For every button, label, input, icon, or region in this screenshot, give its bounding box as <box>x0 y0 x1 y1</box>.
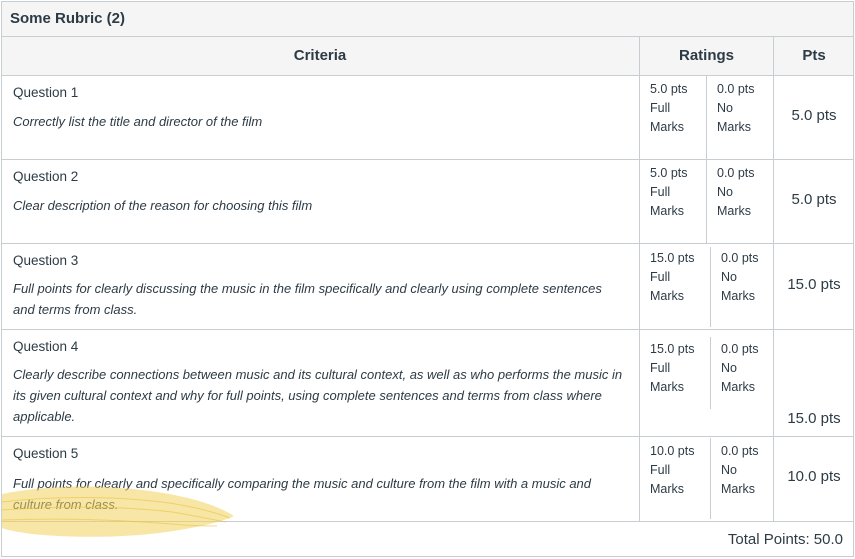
rating-points: 0.0 pts <box>721 444 759 458</box>
rating-label: Marks <box>650 380 685 394</box>
rating-label: Marks <box>717 204 752 218</box>
criterion-cell: Question 2 Clear description of the reas… <box>2 159 638 243</box>
rating-points: 0.0 pts <box>717 82 755 96</box>
rating-points: 0.0 pts <box>717 166 755 180</box>
ratings-header: Ratings <box>639 37 773 75</box>
rating-divider <box>710 438 711 519</box>
rating-label: Full <box>650 463 671 477</box>
criterion-title: Question 1 <box>13 85 79 100</box>
rating-label: Full <box>650 101 671 115</box>
criterion-points: 15.0 pts <box>787 276 841 293</box>
rating-label: No <box>717 101 733 115</box>
rating-full[interactable]: 15.0 pts Full Marks <box>650 249 694 306</box>
table-header: Criteria Ratings Pts <box>2 37 853 76</box>
criteria-header: Criteria <box>293 47 347 64</box>
rating-label: Full <box>650 185 671 199</box>
rating-points: 10.0 pts <box>650 444 695 458</box>
ratings-cell: 10.0 pts Full Marks 0.0 pts No Marks <box>639 436 773 521</box>
rating-divider <box>710 337 711 409</box>
criterion-points: 5.0 pts <box>791 107 837 124</box>
criterion-title: Question 5 <box>13 446 79 461</box>
rating-label: No <box>721 361 737 375</box>
rating-none[interactable]: 0.0 pts No Marks <box>721 249 759 306</box>
rating-points: 0.0 pts <box>721 251 759 265</box>
criterion-points: 15.0 pts <box>787 410 841 427</box>
rating-label: Marks <box>650 120 685 134</box>
ratings-cell: 15.0 pts Full Marks 0.0 pts No Marks <box>639 243 773 329</box>
ratings-cell: 15.0 pts Full Marks 0.0 pts No Marks <box>639 329 773 436</box>
criterion-row: Question 3 Full points for clearly discu… <box>2 243 853 330</box>
criterion-cell: Question 4 Clearly describe connections … <box>2 329 638 436</box>
rating-divider <box>706 159 707 243</box>
total-points: Total Points: 50.0 <box>727 531 843 548</box>
points-cell: 5.0 pts <box>773 159 854 243</box>
criterion-title: Question 3 <box>13 253 79 268</box>
rating-label: No <box>721 270 737 284</box>
rating-points: 15.0 pts <box>650 342 695 356</box>
rating-full[interactable]: 10.0 pts Full Marks <box>650 442 694 499</box>
criterion-points: 10.0 pts <box>787 468 841 485</box>
criterion-row: Question 5 Full points for clearly and s… <box>2 436 853 522</box>
rating-label: Full <box>650 361 671 375</box>
criterion-title: Question 2 <box>13 169 79 184</box>
rating-none[interactable]: 0.0 pts No Marks <box>717 80 755 137</box>
rating-label: Marks <box>717 120 752 134</box>
rating-full[interactable]: 5.0 pts Full Marks <box>650 80 688 137</box>
criterion-description: Full points for clearly discussing the m… <box>13 281 602 317</box>
criterion-row: Question 2 Clear description of the reas… <box>2 159 853 244</box>
criterion-cell: Question 3 Full points for clearly discu… <box>2 243 638 329</box>
criterion-points: 5.0 pts <box>791 191 837 208</box>
rating-label: No <box>721 463 737 477</box>
pts-header: Pts <box>773 37 854 75</box>
rating-label: Marks <box>650 289 685 303</box>
rating-points: 5.0 pts <box>650 166 688 180</box>
criterion-description: Correctly list the title and director of… <box>13 114 263 129</box>
rating-full[interactable]: 15.0 pts Full Marks <box>650 340 694 397</box>
rating-label: Full <box>650 270 671 284</box>
rating-label: Marks <box>721 289 756 303</box>
points-cell: 15.0 pts <box>773 329 854 436</box>
rating-none[interactable]: 0.0 pts No Marks <box>721 442 759 499</box>
rating-label: Marks <box>721 380 756 394</box>
criterion-row: Question 1 Correctly list the title and … <box>2 75 853 160</box>
rating-label: Marks <box>721 482 756 496</box>
criterion-cell: Question 1 Correctly list the title and … <box>2 75 638 159</box>
criterion-description: Clear description of the reason for choo… <box>13 198 313 213</box>
rating-divider <box>710 247 711 327</box>
rubric-title: Some Rubric (2) <box>2 2 853 37</box>
rating-points: 15.0 pts <box>650 251 695 265</box>
points-cell: 5.0 pts <box>773 75 854 159</box>
rating-label: Marks <box>650 204 685 218</box>
ratings-cell: 5.0 pts Full Marks 0.0 pts No Marks <box>639 75 773 159</box>
criterion-title: Question 4 <box>13 339 79 354</box>
rating-none[interactable]: 0.0 pts No Marks <box>717 164 755 221</box>
rating-points: 5.0 pts <box>650 82 688 96</box>
points-cell: 15.0 pts <box>773 243 854 329</box>
criterion-cell: Question 5 Full points for clearly and s… <box>2 436 638 521</box>
criterion-description: Clearly describe connections between mus… <box>13 367 623 424</box>
rating-points: 0.0 pts <box>721 342 759 356</box>
ratings-cell: 5.0 pts Full Marks 0.0 pts No Marks <box>639 159 773 243</box>
points-cell: 10.0 pts <box>773 436 854 521</box>
criterion-description: Full points for clearly and specifically… <box>13 476 592 512</box>
rating-none[interactable]: 0.0 pts No Marks <box>721 340 759 397</box>
rubric-panel: Some Rubric (2) Criteria Ratings Pts Que… <box>1 1 854 557</box>
rating-label: No <box>717 185 733 199</box>
rating-divider <box>706 75 707 159</box>
rating-full[interactable]: 5.0 pts Full Marks <box>650 164 688 221</box>
rating-label: Marks <box>650 482 685 496</box>
criterion-row: Question 4 Clearly describe connections … <box>2 329 853 437</box>
